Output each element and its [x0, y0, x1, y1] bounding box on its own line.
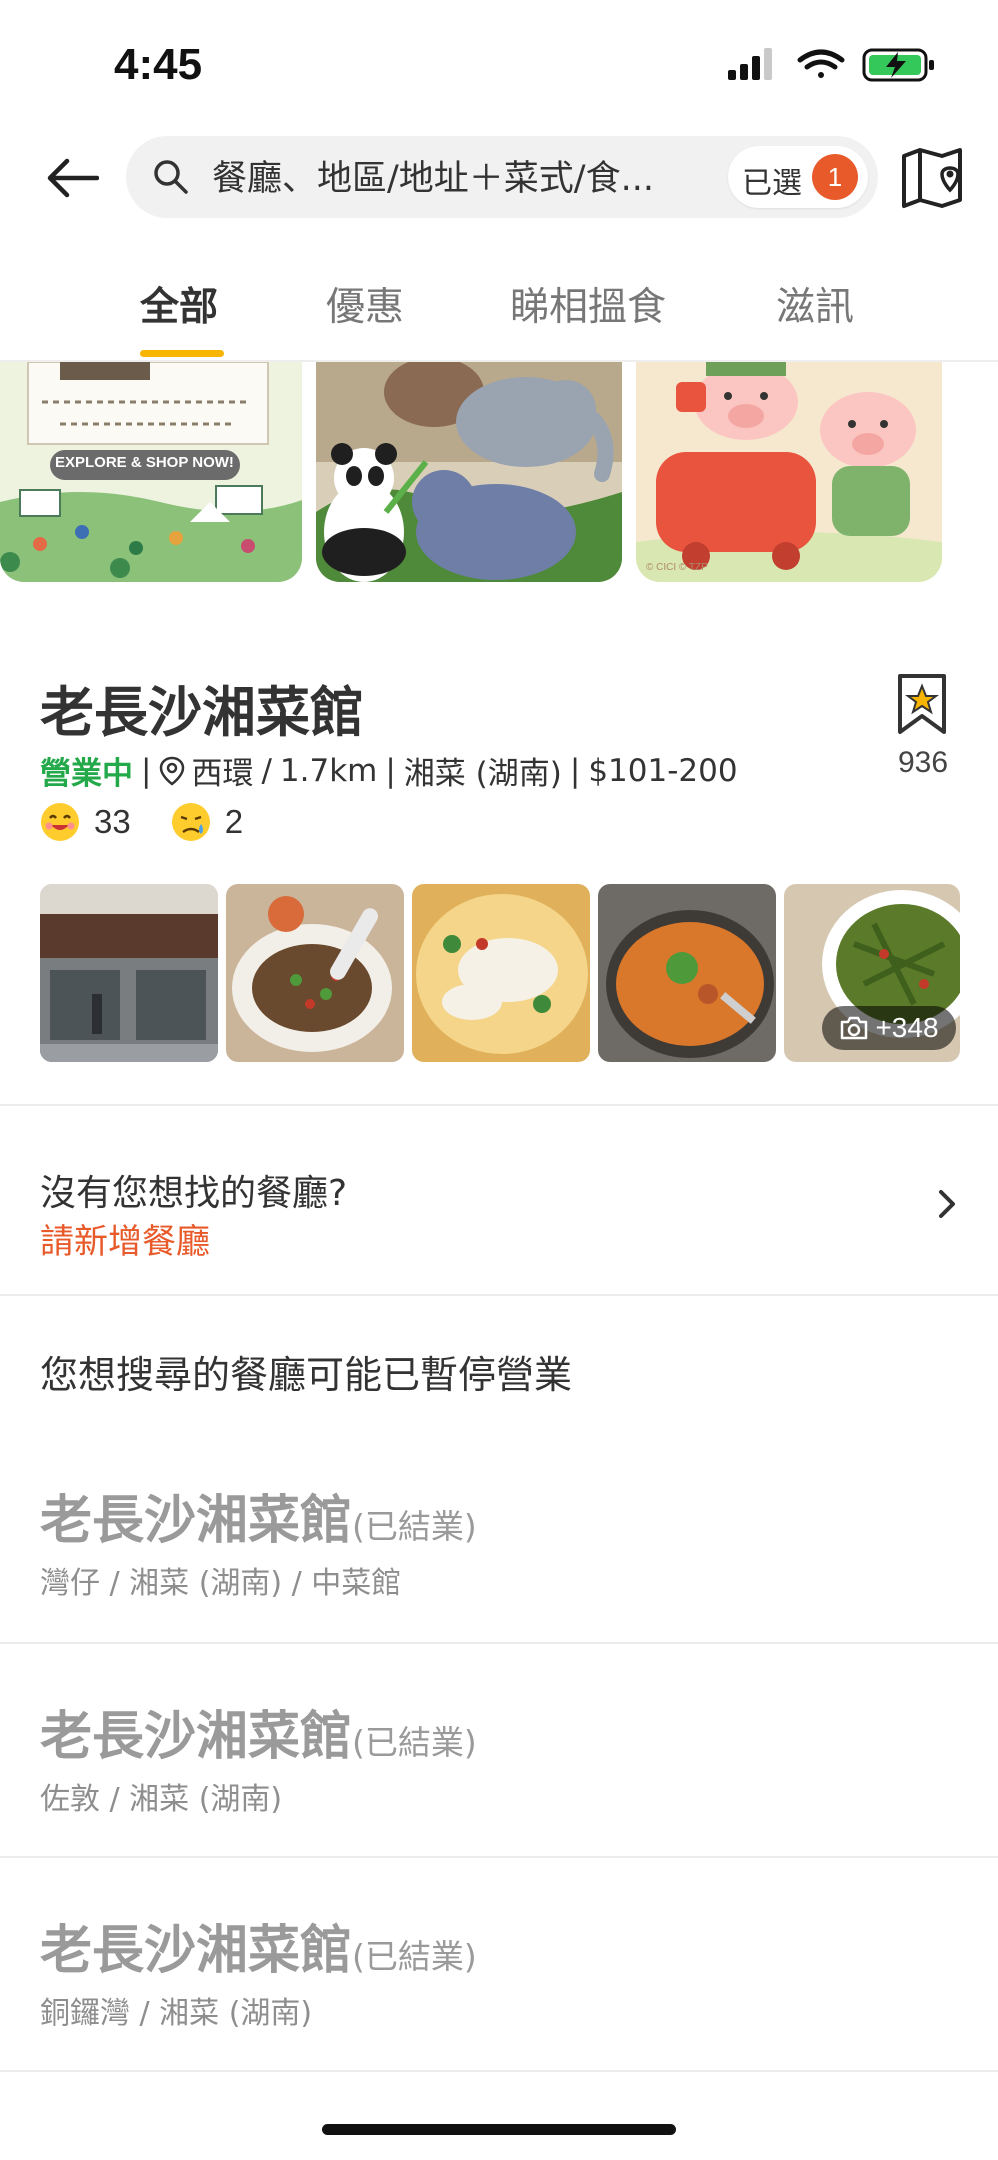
add-restaurant-link[interactable]: 請新增餐廳 [40, 1214, 210, 1263]
cellular-signal-icon [728, 48, 772, 80]
wifi-icon [797, 49, 845, 78]
tab-photo-search[interactable]: 睇相搵食 [510, 276, 666, 332]
storefront-photo [40, 884, 218, 1062]
location-pin-icon [160, 756, 185, 786]
dish-photo [226, 884, 404, 1062]
selected-filter-label: 已選 [742, 166, 802, 201]
closed-restaurant-name: 老長沙湘菜館(已結業) [40, 1694, 477, 1769]
smile-count: 33 [94, 803, 131, 840]
bookmark-count: 936 [897, 746, 949, 779]
zoo-animals-illustration [316, 362, 622, 582]
closed-restaurant-name: 老長沙湘菜館(已結業) [40, 1478, 477, 1553]
selected-count-badge: 1 [812, 154, 858, 200]
closed-restaurant-sub: 銅鑼灣 / 湘菜 (湖南) [40, 1996, 313, 2031]
closed-name-text: 老長沙湘菜館 [40, 1491, 353, 1551]
promo-banner-market[interactable]: EXPLORE & SHOP NOW! [0, 362, 302, 582]
rating-row: 33 2 [40, 802, 243, 842]
fish-dish-photo [412, 884, 590, 1062]
open-status: 營業中 [40, 756, 133, 792]
restaurant-name[interactable]: 老長沙湘菜館 [40, 668, 364, 747]
tab-all[interactable]: 全部 [140, 276, 218, 332]
closed-section-heading: 您想搜尋的餐廳可能已暫停營業 [40, 1353, 573, 1397]
pig-characters-illustration [636, 362, 942, 582]
restaurant-meta: 營業中 | 西環 / 1.7km | 湘菜 (湖南) | $101-200 [40, 748, 738, 793]
cry-count: 2 [224, 803, 244, 840]
section-divider [0, 1294, 998, 1296]
map-icon[interactable] [898, 144, 966, 212]
closed-restaurant-sub: 佐敦 / 湘菜 (湖南) [40, 1782, 283, 1817]
separator: | [385, 752, 396, 789]
separator: / [261, 752, 272, 789]
back-button[interactable] [38, 148, 108, 208]
closed-name-text: 老長沙湘菜館 [40, 1707, 353, 1767]
smile-face-icon [41, 803, 79, 841]
price-range: $101-200 [588, 752, 738, 789]
more-photos-badge[interactable]: +348 [822, 1006, 956, 1050]
search-query-text[interactable]: 餐廳、地區/地址＋菜式/食... [212, 150, 712, 201]
arrow-left-icon [47, 158, 99, 198]
battery-charging-icon [862, 48, 934, 82]
home-indicator [322, 2124, 676, 2135]
market-illustration [0, 362, 302, 582]
closed-restaurant-name: 老長沙湘菜館(已結業) [40, 1908, 477, 1983]
status-time: 4:45 [114, 40, 203, 89]
banner-copyright: © CICI © TZP [646, 562, 708, 573]
restaurant-photo[interactable] [412, 884, 590, 1062]
restaurant-photo[interactable] [226, 884, 404, 1062]
tab-active-indicator [140, 350, 224, 357]
cuisine: 湘菜 (湖南) [403, 756, 562, 792]
closed-tag: (已結業) [352, 1507, 477, 1546]
bookmark-icon[interactable] [896, 672, 948, 736]
promo-banner-zoo[interactable] [316, 362, 622, 582]
cry-face-icon [171, 803, 210, 841]
chevron-right-icon [939, 1190, 955, 1218]
banner-explore-text: EXPLORE & SHOP NOW! [55, 454, 234, 471]
separator: | [569, 752, 581, 789]
list-divider [0, 2070, 998, 2072]
promo-banner-pigs[interactable]: © CICI © TZP [636, 362, 942, 582]
status-icons [728, 48, 934, 82]
camera-icon [841, 1016, 868, 1040]
search-icon [154, 160, 188, 194]
closed-tag: (已結業) [352, 1937, 477, 1976]
separator: | [141, 752, 152, 789]
soup-dish-photo [598, 884, 776, 1062]
closed-restaurant-sub: 灣仔 / 湘菜 (湖南) / 中菜館 [40, 1566, 402, 1601]
tab-offers[interactable]: 優惠 [326, 276, 404, 332]
closed-name-text: 老長沙湘菜館 [40, 1921, 353, 1981]
more-photos-count: +348 [875, 1012, 939, 1043]
closed-tag: (已結業) [352, 1723, 477, 1762]
district: 西環 [191, 756, 254, 792]
tab-news[interactable]: 滋訊 [776, 276, 854, 332]
not-found-question: 沒有您想找的餐廳? [40, 1173, 348, 1214]
restaurant-photo[interactable] [40, 884, 218, 1062]
distance: 1.7km [279, 752, 378, 789]
restaurant-photo[interactable] [598, 884, 776, 1062]
